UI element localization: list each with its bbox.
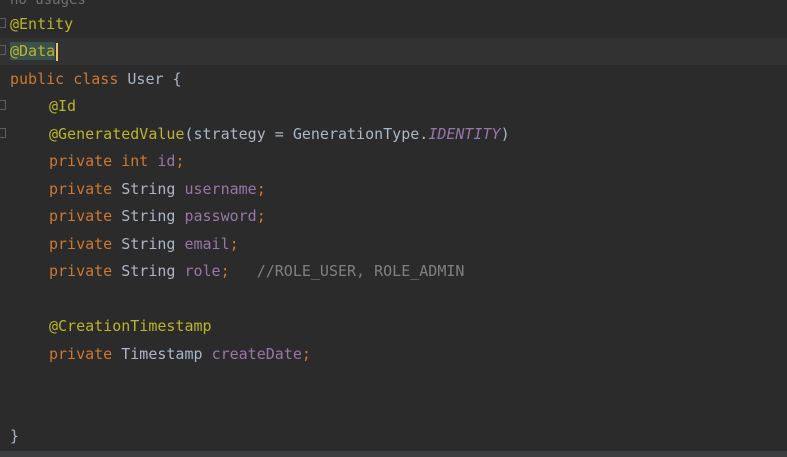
field-type: String	[121, 180, 185, 198]
field-modifier: private	[49, 345, 122, 363]
code-line-7[interactable]: private String username;	[0, 176, 787, 203]
code-line-3[interactable]: public class User {	[0, 66, 787, 93]
class-name: User	[127, 70, 164, 88]
field-modifiers: private int	[49, 152, 158, 170]
annotation-generated-value: @GeneratedValue	[49, 125, 185, 143]
field-type: String	[121, 262, 185, 280]
semicolon: ;	[220, 262, 230, 280]
field-modifier: private	[49, 207, 122, 225]
field-type: String	[121, 235, 185, 253]
fold-marker-icon[interactable]	[0, 18, 6, 28]
field-role: role	[184, 262, 221, 280]
close-paren: )	[500, 125, 510, 143]
field-type: Timestamp	[121, 345, 212, 363]
annotation-creation-timestamp: @CreationTimestamp	[49, 317, 212, 335]
field-create-date: createDate	[211, 345, 302, 363]
annotation-data: @Data	[10, 42, 56, 60]
code-line-6[interactable]: private int id;	[0, 148, 787, 175]
annotation-entity: @Entity	[10, 15, 74, 33]
semicolon: ;	[229, 235, 239, 253]
field-type: String	[121, 207, 185, 225]
field-modifier: private	[49, 180, 122, 198]
code-line-5[interactable]: @GeneratedValue(strategy = GenerationTyp…	[0, 121, 787, 148]
semicolon: ;	[175, 152, 185, 170]
field-id: id	[157, 152, 176, 170]
field-username: username	[184, 180, 257, 198]
code-line-8[interactable]: private String password;	[0, 203, 787, 230]
strategy-argument: (strategy = GenerationType.	[184, 125, 429, 143]
code-line-1[interactable]: @Entity	[0, 11, 787, 38]
code-line-4[interactable]: @Id	[0, 93, 787, 120]
class-close-brace: }	[10, 427, 20, 445]
class-open-brace: {	[163, 70, 182, 88]
text-caret	[56, 42, 59, 61]
annotation-id: @Id	[49, 97, 77, 115]
code-line-10[interactable]: private String role; //ROLE_USER, ROLE_A…	[0, 258, 787, 285]
field-modifier: private	[49, 235, 122, 253]
code-line-2-current[interactable]: @Data	[0, 38, 787, 65]
semicolon: ;	[256, 180, 266, 198]
role-comment: //ROLE_USER, ROLE_ADMIN	[229, 262, 465, 280]
field-modifier: private	[49, 262, 122, 280]
code-line-9[interactable]: private String email;	[0, 231, 787, 258]
semicolon: ;	[301, 345, 311, 363]
class-keywords: public class	[10, 70, 128, 88]
editor-bottom-edge	[0, 451, 787, 457]
fold-marker-icon[interactable]	[0, 100, 6, 110]
fold-marker-icon[interactable]	[0, 45, 6, 55]
field-email: email	[184, 235, 230, 253]
field-password: password	[184, 207, 257, 225]
code-editor[interactable]: no usages @Entity @Data public class Use…	[0, 0, 787, 457]
fold-marker-icon[interactable]	[0, 128, 6, 138]
semicolon: ;	[256, 207, 266, 225]
identity-constant: IDENTITY	[428, 125, 501, 143]
code-line-13[interactable]: private Timestamp createDate;	[0, 341, 787, 368]
code-line-12[interactable]: @CreationTimestamp	[0, 313, 787, 340]
code-line-16[interactable]: }	[0, 423, 787, 450]
